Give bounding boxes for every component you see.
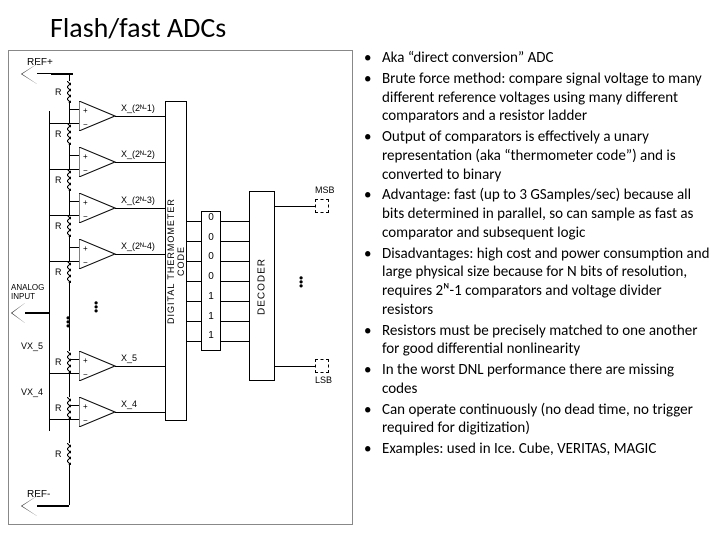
msb-label: MSB xyxy=(315,185,335,195)
comp-out-label: X_(2ᴺ-4) xyxy=(121,241,155,251)
comp-out-label: X_(2ᴺ-3) xyxy=(121,195,155,205)
svg-text:+: + xyxy=(83,244,88,253)
svg-text:+: + xyxy=(83,152,88,161)
r-label: R xyxy=(55,449,62,459)
r-label: R xyxy=(55,87,62,97)
r-label: R xyxy=(55,267,62,277)
svg-text:+: + xyxy=(83,356,88,365)
flash-adc-diagram: REF+ R R R R R ••• R R xyxy=(8,50,353,525)
bullet-item: Resistors must be precisely matched to o… xyxy=(382,322,710,360)
r-label: R xyxy=(55,403,62,413)
thermometer-code-box: DIGITAL THERMOMETER CODE xyxy=(165,101,187,421)
thermometer-bits-box: 0 0 0 0 1 1 1 xyxy=(201,211,221,351)
svg-text:+: + xyxy=(83,402,88,411)
r-label: R xyxy=(55,357,62,367)
svg-text:−: − xyxy=(83,416,88,425)
slide-title: Flash/fast ADCs xyxy=(0,0,360,45)
r-label: R xyxy=(55,129,62,139)
r-label: R xyxy=(55,175,62,185)
bullet-item: Disadvantages: high cost and power consu… xyxy=(382,245,710,320)
svg-text:+: + xyxy=(83,198,88,207)
svg-text:−: − xyxy=(83,258,88,267)
comp-out-label: X_(2ᴺ-1) xyxy=(121,103,155,113)
comp-out-label: X_4 xyxy=(121,399,137,409)
bullet-item: Brute force method: compare signal volta… xyxy=(382,70,710,126)
comp-out-label: X_(2ᴺ-2) xyxy=(121,149,155,159)
svg-text:−: − xyxy=(83,120,88,129)
bullet-item: Examples: used in Ice. Cube, VERITAS, MA… xyxy=(382,440,710,459)
svg-text:+: + xyxy=(83,106,88,115)
vx-label: VX_5 xyxy=(21,341,43,351)
bullet-item: Can operate continuously (no dead time, … xyxy=(382,401,710,439)
comp-out-label: X_5 xyxy=(121,353,137,363)
bullet-item: Output of comparators is effectively a u… xyxy=(382,128,710,184)
vx-label: VX_4 xyxy=(21,387,43,397)
r-label: R xyxy=(55,221,62,231)
svg-text:−: − xyxy=(83,212,88,221)
bullet-list: •Aka “direct conversion” ADC •Brute forc… xyxy=(360,45,720,540)
bullet-item: Advantage: fast (up to 3 GSamples/sec) b… xyxy=(382,186,710,242)
bullet-item: In the worst DNL performance there are m… xyxy=(382,361,710,399)
analog-input-label: ANALOGINPUT xyxy=(11,283,44,301)
svg-text:−: − xyxy=(83,370,88,379)
decoder-box: DECODER xyxy=(249,191,275,381)
svg-text:−: − xyxy=(83,166,88,175)
bullet-item: Aka “direct conversion” ADC xyxy=(382,49,710,68)
lsb-label: LSB xyxy=(315,375,332,385)
